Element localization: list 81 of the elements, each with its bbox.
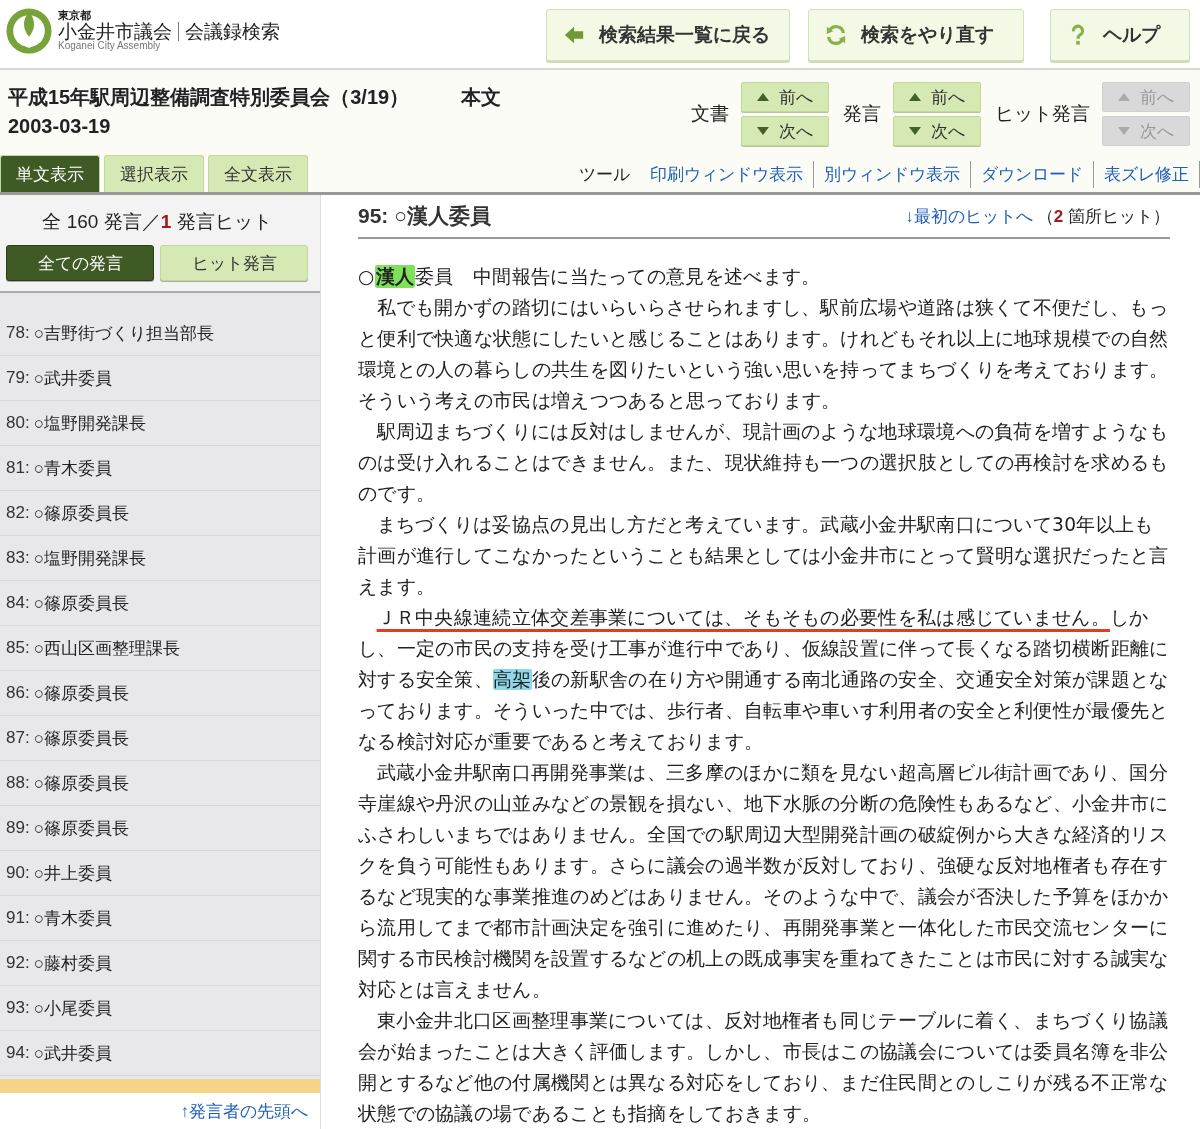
- speech-filter-button[interactable]: 全ての発言: [6, 245, 154, 281]
- speaker-link[interactable]: ○篠原委員長: [33, 501, 129, 525]
- speech-number: 86:: [6, 683, 30, 703]
- down-triangle-icon: [909, 127, 921, 135]
- speech-number: 90:: [6, 863, 30, 883]
- down-triangle-icon: [1118, 127, 1130, 135]
- speech-number: 81:: [6, 458, 30, 478]
- retry-search-button[interactable]: 検索をやり直す: [808, 9, 1024, 61]
- logo-assembly-name: 小金井市議会: [58, 21, 179, 42]
- up-triangle-icon: [1118, 93, 1130, 101]
- logo-english-name: Koganei City Assembly: [58, 41, 161, 52]
- speaker-link[interactable]: ○西山区画整理課長: [33, 636, 180, 660]
- speaker-link[interactable]: ○篠原委員長: [33, 771, 129, 795]
- left-arrow-icon: [563, 24, 585, 46]
- speech-number: 78:: [6, 323, 30, 343]
- tools-label: ツール: [579, 164, 631, 186]
- speaker-link[interactable]: ○小尾委員: [33, 996, 112, 1020]
- speech-number: 94:: [6, 1043, 30, 1063]
- speaker-link[interactable]: ○青木委員: [33, 456, 112, 480]
- city-emblem-icon: [6, 8, 52, 54]
- tool-link[interactable]: 別ウィンドウ表示: [814, 161, 971, 188]
- previous-button[interactable]: 前へ: [741, 82, 829, 112]
- speaker-link[interactable]: ○塩野開発課長: [33, 411, 146, 435]
- refresh-icon: [825, 24, 847, 46]
- navigation-label: 文書: [691, 102, 729, 126]
- speech-paragraph: まちづくりは妥協点の見出し方だと考えています。武蔵小金井駅南口について30年以上も計画が進行してこなかったということも結果としては小金井市にとって賢明な選択だったと言えます。: [358, 513, 1170, 599]
- speech-number: 84:: [6, 593, 30, 613]
- help-button[interactable]: ヘルプ: [1050, 9, 1190, 61]
- down-triangle-icon: [757, 127, 769, 135]
- speaker-link[interactable]: ○井上委員: [33, 861, 112, 885]
- speech-number: 91:: [6, 908, 30, 928]
- up-triangle-icon: [909, 93, 921, 101]
- hit-count: （2 箇所ヒット）: [1035, 205, 1170, 228]
- navigation-label: 発言: [843, 102, 881, 126]
- speaker-link[interactable]: ○藤村委員: [33, 951, 112, 975]
- document-date: 2003-03-19: [8, 115, 112, 138]
- tool-link[interactable]: ダウンロード: [971, 161, 1094, 188]
- back-button[interactable]: 検索結果一覧に戻る: [546, 9, 790, 61]
- speech-number: 82:: [6, 503, 30, 523]
- previous-button[interactable]: 前へ: [893, 82, 981, 112]
- navigation-label: ヒット発言: [995, 102, 1090, 126]
- speaker-link[interactable]: ○青木委員: [33, 906, 112, 930]
- next-button[interactable]: 次へ: [893, 116, 981, 146]
- speaker-link[interactable]: ○篠原委員長: [33, 726, 129, 750]
- speech-number: 93:: [6, 998, 30, 1018]
- up-triangle-icon: [757, 93, 769, 101]
- view-tab[interactable]: 選択表示: [104, 155, 204, 192]
- tool-link[interactable]: 印刷ウィンドウ表示: [642, 161, 814, 188]
- speech-paragraph: ○漢人委員 中間報告に当たっての意見を述べます。: [358, 264, 822, 290]
- speech-number: 79:: [6, 368, 30, 388]
- document-title: 平成15年駅周辺整備調査特別委員会（3/19）: [8, 85, 410, 110]
- next-button[interactable]: 次へ: [741, 116, 829, 146]
- speech-number: 80:: [6, 413, 30, 433]
- speech-number: 92:: [6, 953, 30, 973]
- speech-number: 89:: [6, 818, 30, 838]
- speech-number: 88:: [6, 773, 30, 793]
- speech-paragraph: 私でも開かずの踏切にはいらいらさせられますし、駅前広場や道路は狭くて不便だし、もっと便利で快適な状態にしたいと感じることはあります。けれどもそれ以上に地球規模での自然環境との人の暮らしの共生を図りたいという強い思いを持ってまちづくりを考えております。そういう考えの市民は増えつつあると思っております。: [358, 296, 1170, 413]
- speech-count: 全 160 発言／1 発言ヒット: [41, 210, 273, 234]
- speaker-link[interactable]: ○武井委員: [33, 366, 112, 390]
- speech-number: 87:: [6, 728, 30, 748]
- logo-section-name: 会議録検索: [184, 21, 280, 42]
- tool-link[interactable]: 表ズレ修正: [1094, 161, 1200, 188]
- speaker-link[interactable]: ○篠原委員長: [33, 591, 129, 615]
- view-tab[interactable]: 単文表示: [0, 155, 100, 192]
- speaker-link[interactable]: ○吉野街づくり担当部長: [33, 321, 214, 345]
- document-section: 本文: [461, 84, 502, 111]
- speech-paragraph: 武蔵小金井駅南口再開発事業は、三多摩のほかに類を見ない超高層ビル街計画であり、国分寺崖線や丹沢の山並みなどの景観を損ない、地下水脈の分断の危険性もあるなど、小金井市にふさわしいまちではありません。全国での駅周辺大型開発計画の破綻例から大きな経済的リスクを負う可能性もあります。さらに議会の過半数が反対しており、強硬な反対地権者も存在するなど現実的な事業推進のめどはありません。そのような中で、議会が否決した予算をほかから流用してまで都市計画決定を強引に進めたり、再開発事業と一体化した市民交流センターに関する市民検討機関を設置するなどの机上の既成事実を重ねてきたことは市民に対する誠実な対応とは言えません。: [358, 761, 1170, 1002]
- speech-paragraph: ＪＲ中央線連続立体交差事業については、そもそもの必要性を私は感じていません。しかし、一定の市民の支持を受け工事が進行中であり、仮線設置に伴って長くなる踏切横断距離に対する安全策、高架後の新駅舎の在り方や開通する南北通路の安全、交通安全対策が課題となっております。そういった中では、歩行者、自転車や車いす利用者の安全と利便性が最優先となる検討対応が重要であると考えております。: [358, 606, 1170, 754]
- speaker-link[interactable]: ○武井委員: [33, 1041, 112, 1065]
- speaker-link[interactable]: ○篠原委員長: [33, 816, 129, 840]
- speech-paragraph: 駅周辺まちづくりには反対はしませんが、現計画のような地球環境への負荷を増すようなものは受け入れることはできません。また、現状維持も一つの選択肢としての再検討を求めるものです。: [358, 420, 1170, 506]
- view-tab[interactable]: 全文表示: [208, 155, 308, 192]
- speech-number: 83:: [6, 548, 30, 568]
- speech-paragraph: 東小金井北口区画整理事業については、反対地権者も同じテーブルに着く、まちづくり協議会が始まったことは大きく評価します。しかし、市長はこの協議会については委員名簿を非公開とするなど他の付属機関とは異なる対応をしており、まだ住民間とのしこりが残る不正常な状態での協議の場であることも指摘をしておきます。: [358, 1009, 1170, 1126]
- first-hit-link[interactable]: ↓最初のヒットへ: [905, 204, 1033, 228]
- speaker-link[interactable]: ○塩野開発課長: [33, 546, 146, 570]
- speaker-link[interactable]: ○篠原委員長: [33, 681, 129, 705]
- speech-filter-button[interactable]: ヒット発言: [160, 245, 308, 281]
- speech-number: 85:: [6, 638, 30, 658]
- speech-heading: 95: ○漢人委員: [358, 203, 491, 229]
- logo-prefecture: 東京都: [58, 10, 92, 21]
